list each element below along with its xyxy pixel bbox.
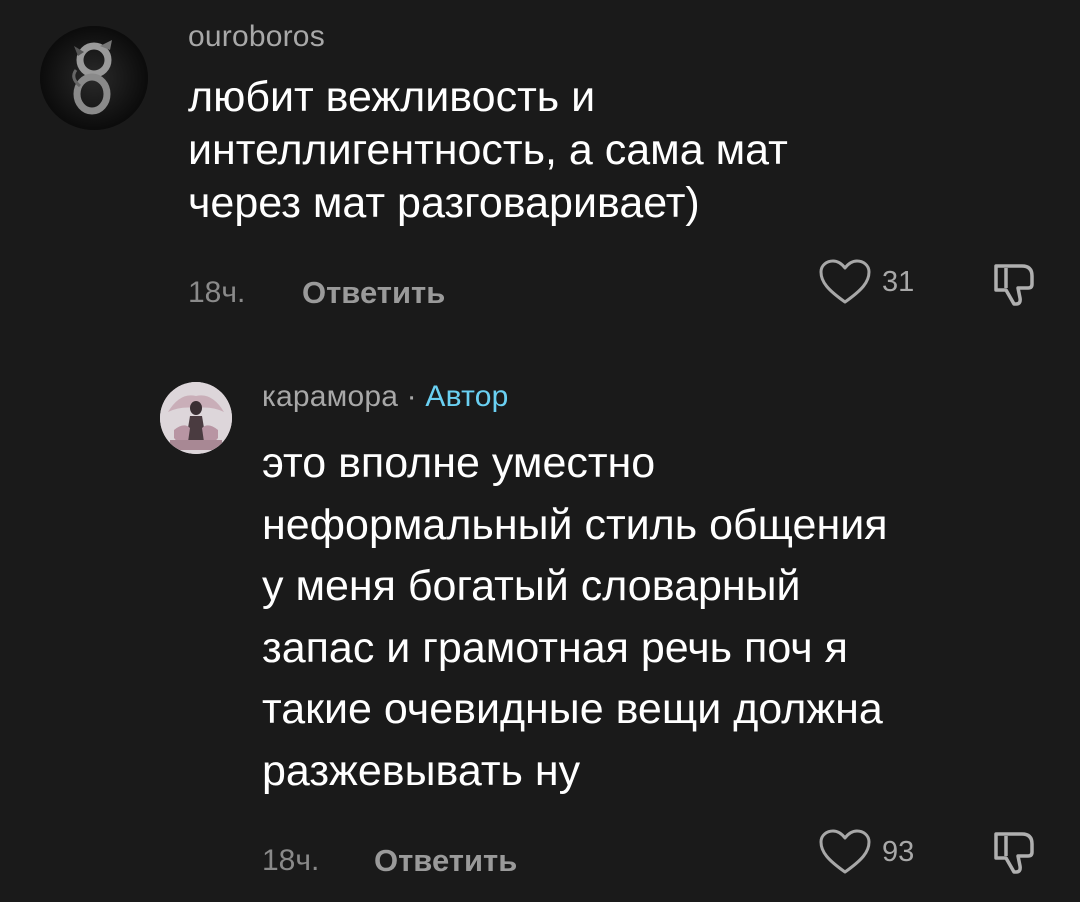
- heart-icon: [819, 829, 871, 874]
- comment-username-line: карамора · Автор: [262, 380, 508, 414]
- comment-body: это вполне уместно неформальный стиль об…: [262, 433, 888, 802]
- comment-line: такие очевидные вещи должна: [262, 685, 883, 733]
- ouroboros-avatar[interactable]: [40, 26, 148, 130]
- reply-button[interactable]: Ответить: [374, 843, 517, 879]
- karamora-avatar[interactable]: [160, 382, 232, 454]
- comment-line: любит вежливость и: [188, 73, 596, 121]
- comment-timestamp: 18ч.: [262, 844, 320, 877]
- karamora-avatar-image: [160, 382, 232, 454]
- thumbs-down-icon: [994, 832, 1034, 874]
- comment-line: неформальный стиль общения: [262, 500, 888, 549]
- heart-icon: [819, 259, 871, 304]
- comment-timestamp: 18ч.: [188, 276, 246, 309]
- like-button[interactable]: 31: [818, 258, 914, 306]
- comment-line: это вполне уместно: [262, 439, 656, 487]
- comment-1: ouroboros любит вежливость и интеллигент…: [0, 0, 1080, 330]
- dislike-button[interactable]: [988, 258, 1040, 315]
- comment-line: разжевывать ну: [262, 746, 581, 795]
- comment-line: через мат разговаривает): [188, 179, 700, 227]
- thumbs-down-icon: [994, 264, 1034, 306]
- username-separator: ·: [406, 380, 417, 413]
- comment-line: интеллигентность, а сама мат: [188, 126, 788, 174]
- like-button[interactable]: 93: [818, 828, 914, 876]
- dislike-button[interactable]: [988, 826, 1040, 883]
- ouroboros-avatar-image: [40, 26, 148, 130]
- comment-line: у меня богатый словарный: [262, 562, 801, 610]
- comment-username[interactable]: ouroboros: [188, 20, 325, 54]
- like-count: 93: [882, 835, 915, 868]
- comment-line: запас и грамотная речь поч я: [262, 623, 848, 672]
- comment-body: любит вежливость и интеллигентность, а с…: [188, 71, 788, 230]
- like-count: 31: [882, 265, 915, 298]
- comment-username[interactable]: карамора: [262, 380, 398, 413]
- author-badge: Автор: [425, 380, 509, 413]
- comment-2: карамора · Автор это вполне уместно нефо…: [0, 360, 1080, 902]
- reply-button[interactable]: Ответить: [302, 275, 445, 311]
